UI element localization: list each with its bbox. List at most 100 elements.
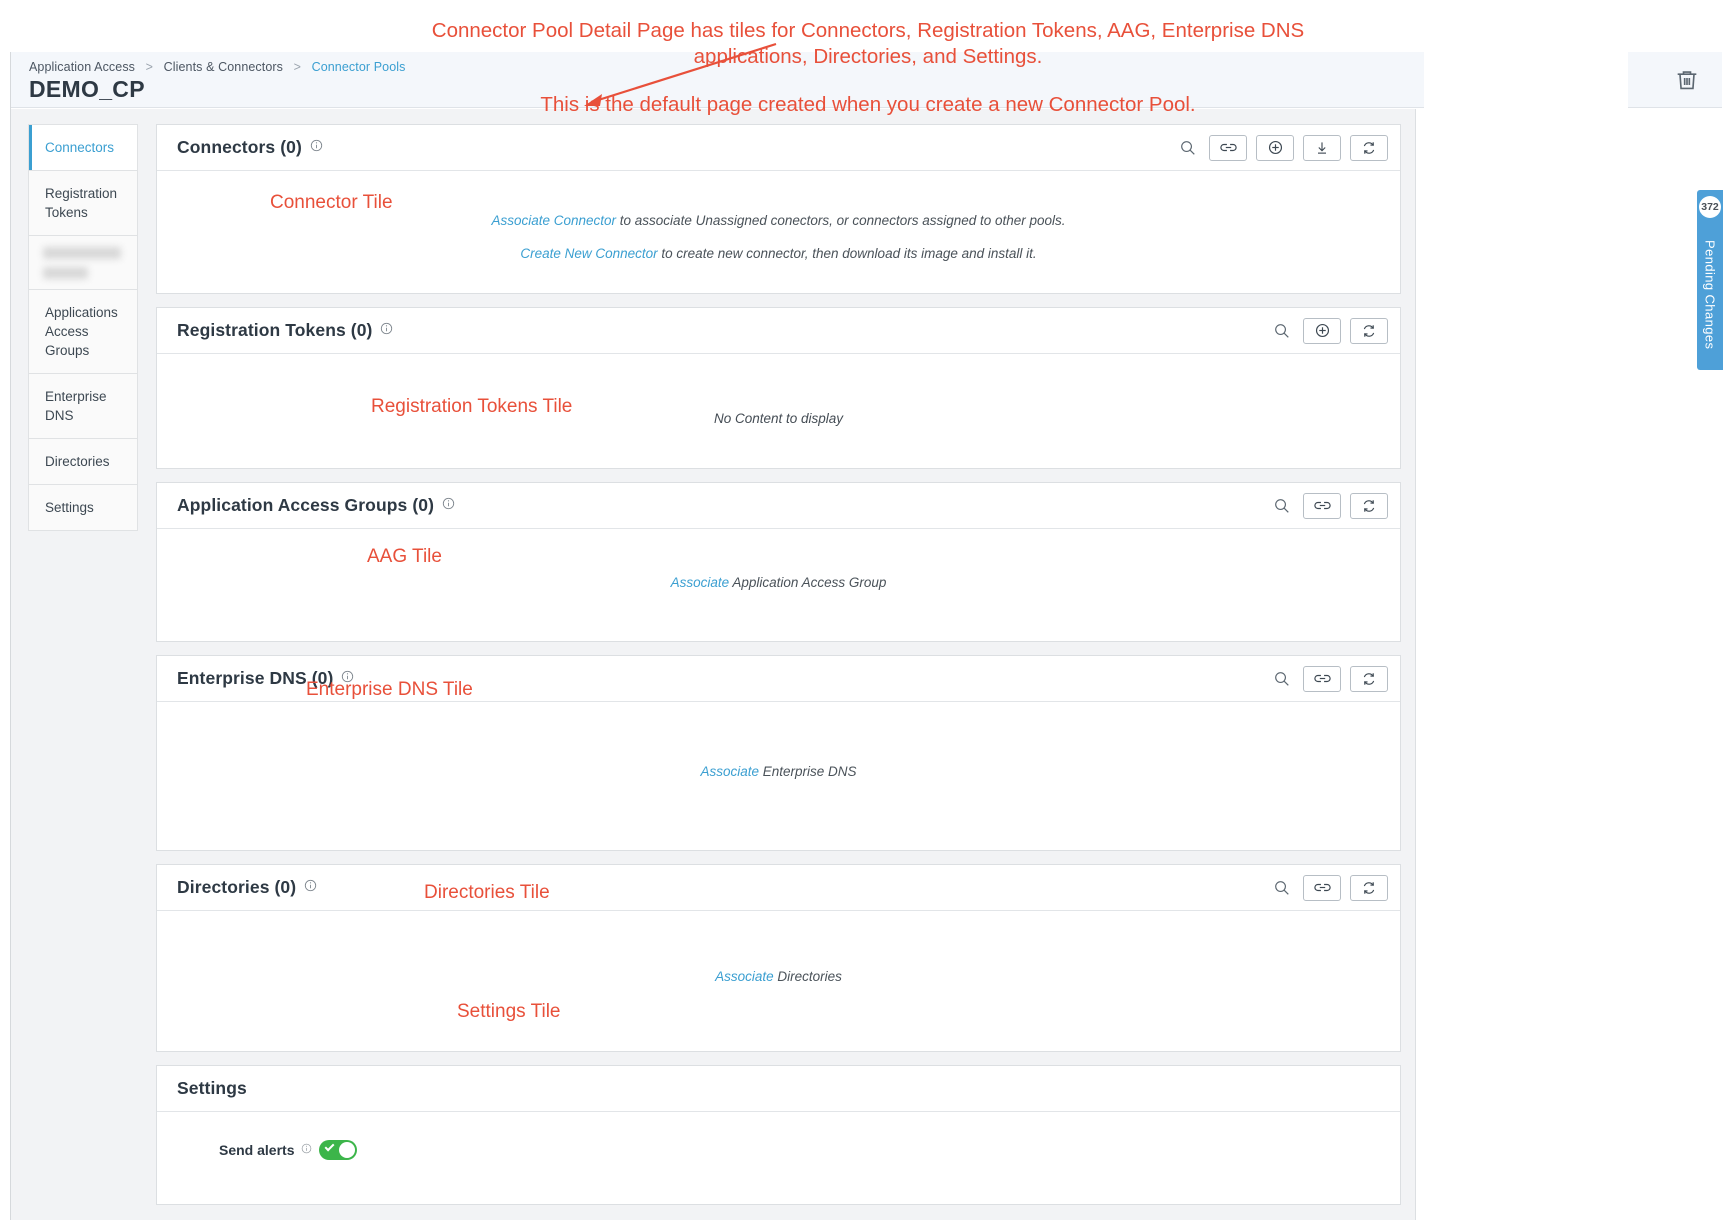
breadcrumb: Application Access > Clients & Connector… xyxy=(29,60,406,74)
directories-tile-body: Associate Directories xyxy=(157,911,1400,1051)
annotation-settings-tile: Settings Tile xyxy=(457,1001,561,1023)
refresh-directories-button[interactable] xyxy=(1350,875,1388,901)
refresh-icon xyxy=(1361,498,1377,514)
tile-nav-sidebar: Connectors Registration Tokens Applicati… xyxy=(28,124,138,531)
associate-enterprise-dns-link[interactable]: Associate xyxy=(700,764,759,779)
info-icon[interactable] xyxy=(304,879,317,897)
info-icon[interactable] xyxy=(301,1141,312,1159)
associate-aag-row: Associate Application Access Group xyxy=(157,575,1400,590)
breadcrumb-item-clients-connectors[interactable]: Clients & Connectors xyxy=(164,60,283,74)
settings-tile-title: Settings xyxy=(177,1078,247,1099)
associate-directories-link[interactable]: Associate xyxy=(715,969,774,984)
delete-pool-button[interactable] xyxy=(1673,66,1701,94)
send-alerts-toggle[interactable] xyxy=(319,1140,357,1160)
sidebar-item-applications-access-groups[interactable]: Applications Access Groups xyxy=(29,289,137,373)
plus-icon xyxy=(1267,139,1284,156)
associate-aag-link[interactable]: Associate xyxy=(671,575,730,590)
sidebar-item-redacted[interactable] xyxy=(29,235,137,289)
check-icon xyxy=(325,1142,335,1152)
registration-tokens-tile-body: No Content to display xyxy=(157,354,1400,468)
application-access-groups-tile-title: Application Access Groups (0) xyxy=(177,495,434,516)
search-icon[interactable] xyxy=(1270,876,1294,900)
associate-connector-row: Associate Connector to associate Unassig… xyxy=(157,213,1400,228)
refresh-icon xyxy=(1361,671,1377,687)
sidebar-item-settings[interactable]: Settings xyxy=(29,484,137,530)
associate-enterprise-dns-button[interactable] xyxy=(1303,666,1341,692)
download-icon xyxy=(1314,140,1330,156)
sidebar-item-connectors[interactable]: Connectors xyxy=(29,124,137,170)
refresh-application-access-groups-button[interactable] xyxy=(1350,493,1388,519)
plus-icon xyxy=(1314,322,1331,339)
connectors-tile-title: Connectors (0) xyxy=(177,137,302,158)
associate-directories-text: Directories xyxy=(774,969,842,984)
associate-enterprise-dns-text: Enterprise DNS xyxy=(759,764,857,779)
breadcrumb-separator: > xyxy=(294,60,301,74)
toggle-knob xyxy=(339,1142,355,1158)
sidebar-item-label: Connectors xyxy=(45,140,114,155)
refresh-enterprise-dns-button[interactable] xyxy=(1350,666,1388,692)
annotation-arrow-icon xyxy=(580,40,780,110)
application-access-groups-tile-header: Application Access Groups (0) xyxy=(157,483,1400,529)
pending-changes-label: Pending Changes xyxy=(1697,224,1723,366)
breadcrumb-item-application-access[interactable]: Application Access xyxy=(29,60,135,74)
create-connector-button[interactable] xyxy=(1256,135,1294,161)
settings-tile-body: Send alerts xyxy=(157,1112,1400,1204)
sidebar-item-directories[interactable]: Directories xyxy=(29,438,137,484)
link-icon xyxy=(1313,672,1332,685)
link-icon xyxy=(1219,141,1238,154)
screenshot-clip-region xyxy=(1424,534,1723,1220)
info-icon[interactable] xyxy=(442,497,455,515)
sidebar-item-label: Settings xyxy=(45,500,94,515)
annotation-registration-tokens-tile: Registration Tokens Tile xyxy=(371,396,572,418)
screenshot-root: Connector Pool Detail Page has tiles for… xyxy=(0,0,1723,1220)
annotation-enterprise-dns-tile: Enterprise DNS Tile xyxy=(306,679,473,701)
sidebar-item-label: Applications Access Groups xyxy=(45,305,118,358)
search-icon[interactable] xyxy=(1270,667,1294,691)
registration-tokens-tile: Registration Tokens (0) xyxy=(156,307,1401,469)
trash-icon xyxy=(1673,66,1701,94)
breadcrumb-item-connector-pools[interactable]: Connector Pools xyxy=(312,60,406,74)
associate-aag-text: Application Access Group xyxy=(729,575,886,590)
search-icon[interactable] xyxy=(1270,494,1294,518)
sidebar-item-label: Directories xyxy=(45,454,110,469)
search-icon[interactable] xyxy=(1176,136,1200,160)
application-access-groups-tile-body: Associate Application Access Group xyxy=(157,529,1400,641)
download-connector-button[interactable] xyxy=(1303,135,1341,161)
refresh-icon xyxy=(1361,140,1377,156)
refresh-registration-tokens-button[interactable] xyxy=(1350,318,1388,344)
associate-application-access-group-button[interactable] xyxy=(1303,493,1341,519)
annotation-connector-tile: Connector Tile xyxy=(270,192,393,214)
connectors-tile-header: Connectors (0) xyxy=(157,125,1400,171)
create-connector-text: to create new connector, then download i… xyxy=(658,246,1037,261)
link-icon xyxy=(1313,499,1332,512)
sidebar-item-registration-tokens[interactable]: Registration Tokens xyxy=(29,170,137,235)
associate-directories-button[interactable] xyxy=(1303,875,1341,901)
associate-connector-button[interactable] xyxy=(1209,135,1247,161)
directories-tile: Directories (0) xyxy=(156,864,1401,1052)
screenshot-clip-region xyxy=(1424,52,1628,534)
sidebar-item-enterprise-dns[interactable]: Enterprise DNS xyxy=(29,373,137,438)
associate-directories-row: Associate Directories xyxy=(157,969,1400,984)
info-icon[interactable] xyxy=(380,322,393,340)
create-new-connector-link[interactable]: Create New Connector xyxy=(520,246,657,261)
pending-changes-count: 372 xyxy=(1699,196,1721,218)
annotation-directories-tile: Directories Tile xyxy=(424,882,550,904)
refresh-icon xyxy=(1361,880,1377,896)
directories-tile-title: Directories (0) xyxy=(177,877,296,898)
directories-tile-header: Directories (0) xyxy=(157,865,1400,911)
send-alerts-label: Send alerts xyxy=(219,1142,294,1158)
enterprise-dns-tile-body: Associate Enterprise DNS xyxy=(157,702,1400,850)
associate-connector-link[interactable]: Associate Connector xyxy=(491,213,616,228)
enterprise-dns-tile-actions xyxy=(1270,666,1388,692)
send-alerts-row: Send alerts xyxy=(219,1140,1400,1160)
annotation-aag-tile: AAG Tile xyxy=(367,546,442,568)
search-icon[interactable] xyxy=(1270,319,1294,343)
settings-tile: Settings Send alerts xyxy=(156,1065,1401,1205)
info-icon[interactable] xyxy=(310,139,323,157)
refresh-connectors-button[interactable] xyxy=(1350,135,1388,161)
create-connector-row: Create New Connector to create new conne… xyxy=(157,246,1400,261)
redaction-blur xyxy=(43,247,121,259)
pending-changes-tab[interactable]: 372 Pending Changes xyxy=(1697,190,1723,370)
registration-tokens-empty-text: No Content to display xyxy=(157,411,1400,426)
add-registration-token-button[interactable] xyxy=(1303,318,1341,344)
